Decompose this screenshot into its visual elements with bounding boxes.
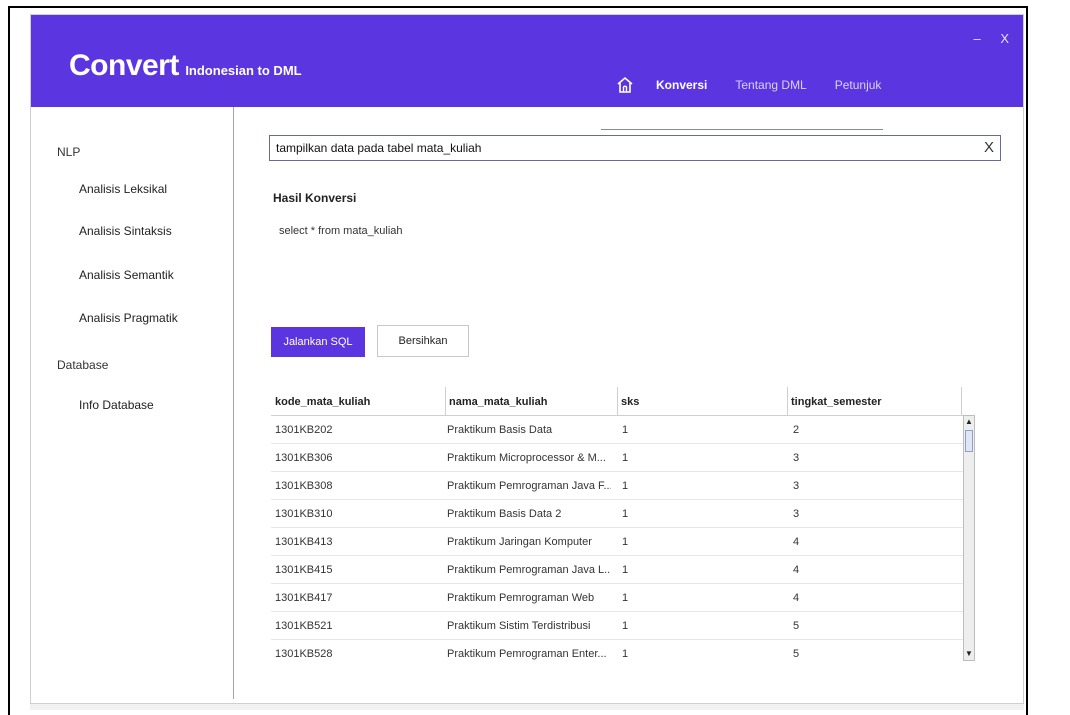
window-shadow [30,704,1024,710]
cell-tingkat: 5 [793,620,800,632]
app-header: Convert Indonesian to DML – X Konversi T… [31,15,1023,107]
result-sql: select * from mata_kuliah [279,225,403,237]
app-window: Convert Indonesian to DML – X Konversi T… [30,14,1024,704]
nav-tab-tentang-dml[interactable]: Tentang DML [735,78,806,92]
sidebar-item-info-database[interactable]: Info Database [79,398,154,412]
cell-sks: 1 [622,508,629,520]
column-header-sks[interactable]: sks [621,396,639,408]
cell-kode: 1301KB528 [275,648,333,660]
frame-top-line [8,6,1028,8]
cell-nama: Praktikum Pemrograman Java F... [447,480,611,492]
scroll-down-arrow-icon[interactable]: ▼ [964,648,974,660]
cell-tingkat: 4 [793,536,800,548]
cell-sks: 1 [622,536,629,548]
logo-main-text: Convert [69,49,179,82]
sidebar-item-analisis-semantik[interactable]: Analisis Semantik [79,268,174,282]
cell-nama: Praktikum Pemrograman Java L... [447,564,611,576]
table-scrollbar[interactable]: ▲ ▼ [963,415,975,661]
sidebar-section-nlp: NLP [57,145,81,159]
top-nav: Konversi Tentang DML Petunjuk [616,73,909,97]
run-sql-button[interactable]: Jalankan SQL [271,327,365,357]
clear-input-button[interactable]: X [984,139,994,156]
cell-tingkat: 3 [793,452,800,464]
sidebar-item-analisis-sintaksis[interactable]: Analisis Sintaksis [79,224,172,238]
cell-tingkat: 5 [793,648,800,660]
close-window-button[interactable]: X [1000,31,1009,46]
cell-nama: Praktikum Basis Data [447,424,553,436]
table-row[interactable]: 1301KB413 Praktikum Jaringan Komputer 1 … [271,528,963,556]
logo-sub-text: Indonesian to DML [185,63,302,78]
frame-left-line [8,6,10,715]
cell-tingkat: 4 [793,592,800,604]
cell-sks: 1 [622,620,629,632]
sidebar-divider [233,107,234,699]
cell-kode: 1301KB202 [275,424,333,436]
cell-tingkat: 3 [793,508,800,520]
window-controls: – X [957,31,1009,46]
column-separator[interactable] [445,387,446,415]
nav-tab-konversi[interactable]: Konversi [656,78,707,92]
cell-sks: 1 [622,452,629,464]
cell-nama: Praktikum Pemrograman Enter... [447,648,607,660]
cell-kode: 1301KB413 [275,536,333,548]
column-separator[interactable] [787,387,788,415]
nav-tab-petunjuk[interactable]: Petunjuk [835,78,882,92]
cell-kode: 1301KB415 [275,564,333,576]
cell-kode: 1301KB521 [275,620,333,632]
table-row[interactable]: 1301KB306 Praktikum Microprocessor & M..… [271,444,963,472]
scroll-up-arrow-icon[interactable]: ▲ [964,416,974,428]
sidebar-section-database: Database [57,358,109,372]
frame-right-line [1026,6,1028,715]
column-separator[interactable] [617,387,618,415]
home-icon[interactable] [616,76,634,94]
cell-kode: 1301KB306 [275,452,333,464]
nav-active-underline [601,129,883,130]
cell-kode: 1301KB417 [275,592,333,604]
column-separator [961,387,962,415]
query-input[interactable] [270,136,982,160]
cell-nama: Praktikum Pemrograman Web [447,592,595,604]
cell-tingkat: 2 [793,424,800,436]
column-header-kode[interactable]: kode_mata_kuliah [275,396,370,408]
cell-tingkat: 4 [793,564,800,576]
cell-sks: 1 [622,564,629,576]
result-heading: Hasil Konversi [273,191,357,205]
cell-sks: 1 [622,424,629,436]
cell-sks: 1 [622,592,629,604]
minimize-button[interactable]: – [973,31,980,46]
table-header: kode_mata_kuliah nama_mata_kuliah sks ti… [271,387,963,416]
cell-sks: 1 [622,480,629,492]
sidebar-item-analisis-pragmatik[interactable]: Analisis Pragmatik [79,311,178,325]
cell-nama: Praktikum Microprocessor & M... [447,452,606,464]
query-input-wrapper: X [269,135,1001,161]
cell-kode: 1301KB308 [275,480,333,492]
table-row[interactable]: 1301KB308 Praktikum Pemrograman Java F..… [271,472,963,500]
results-table: kode_mata_kuliah nama_mata_kuliah sks ti… [271,387,963,665]
cell-nama: Praktikum Basis Data 2 [447,508,562,520]
table-row[interactable]: 1301KB202 Praktikum Basis Data 1 2 [271,416,963,444]
cell-nama: Praktikum Sistim Terdistribusi [447,620,591,632]
app-logo: Convert Indonesian to DML [69,49,302,83]
cell-nama: Praktikum Jaringan Komputer [447,536,592,548]
sidebar-item-analisis-leksikal[interactable]: Analisis Leksikal [79,182,167,196]
table-row[interactable]: 1301KB417 Praktikum Pemrograman Web 1 4 [271,584,963,612]
table-row[interactable]: 1301KB528 Praktikum Pemrograman Enter...… [271,640,963,665]
column-header-tingkat-semester[interactable]: tingkat_semester [791,396,882,408]
cell-kode: 1301KB310 [275,508,333,520]
clear-button[interactable]: Bersihkan [377,325,469,357]
cell-tingkat: 3 [793,480,800,492]
table-row[interactable]: 1301KB521 Praktikum Sistim Terdistribusi… [271,612,963,640]
cell-sks: 1 [622,648,629,660]
scroll-thumb[interactable] [965,430,973,452]
column-header-nama[interactable]: nama_mata_kuliah [449,396,547,408]
table-row[interactable]: 1301KB310 Praktikum Basis Data 2 1 3 [271,500,963,528]
table-row[interactable]: 1301KB415 Praktikum Pemrograman Java L..… [271,556,963,584]
